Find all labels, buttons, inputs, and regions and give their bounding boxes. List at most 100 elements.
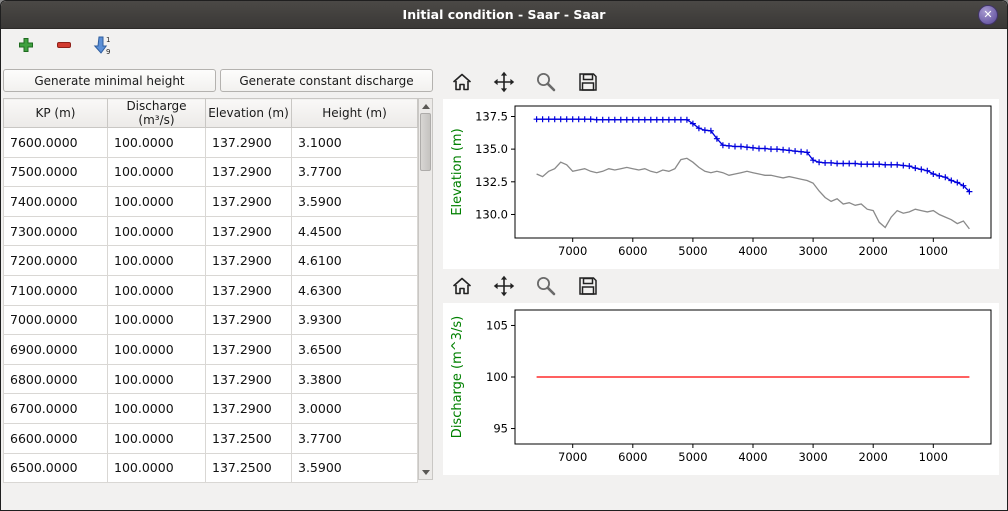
table-cell[interactable]: 100.0000 [108, 453, 206, 483]
svg-text:3000: 3000 [798, 450, 827, 464]
remove-row-button[interactable] [53, 34, 75, 56]
table-cell[interactable]: 6800.0000 [4, 364, 108, 394]
table-row[interactable]: 7500.0000100.0000137.29003.7700 [4, 157, 418, 187]
table-cell[interactable]: 3.6500 [292, 335, 418, 365]
svg-text:5000: 5000 [678, 244, 707, 258]
generate-minimal-height-button[interactable]: Generate minimal height [3, 69, 216, 92]
home-icon [451, 71, 473, 93]
table-cell[interactable]: 7500.0000 [4, 157, 108, 187]
svg-text:2000: 2000 [859, 244, 888, 258]
table-cell[interactable]: 100.0000 [108, 275, 206, 305]
table-cell[interactable]: 100.0000 [108, 157, 206, 187]
column-header[interactable]: KP (m) [4, 99, 108, 128]
table-cell[interactable]: 6500.0000 [4, 453, 108, 483]
table-cell[interactable]: 3.7700 [292, 157, 418, 187]
save-button[interactable] [575, 273, 601, 299]
discharge-chart[interactable]: 700060005000400030002000100095100105Disc… [443, 303, 999, 475]
zoom-button[interactable] [533, 273, 559, 299]
svg-text:4000: 4000 [738, 450, 767, 464]
table-cell[interactable]: 3.7700 [292, 423, 418, 453]
table-cell[interactable]: 3.5900 [292, 187, 418, 217]
table-cell[interactable]: 137.2900 [206, 128, 292, 158]
table-cell[interactable]: 7000.0000 [4, 305, 108, 335]
table-cell[interactable]: 6700.0000 [4, 394, 108, 424]
table-cell[interactable]: 7200.0000 [4, 246, 108, 276]
table-cell[interactable]: 137.2900 [206, 305, 292, 335]
table-zone: KP (m)Discharge (m³/s)Elevation (m)Heigh… [3, 98, 433, 480]
svg-text:3000: 3000 [798, 244, 827, 258]
table-cell[interactable]: 100.0000 [108, 128, 206, 158]
table-cell[interactable]: 100.0000 [108, 364, 206, 394]
table-cell[interactable]: 137.2900 [206, 157, 292, 187]
table-cell[interactable]: 3.9300 [292, 305, 418, 335]
table-cell[interactable]: 100.0000 [108, 187, 206, 217]
elevation-plot-toolbar [443, 65, 999, 99]
table-cell[interactable]: 100.0000 [108, 305, 206, 335]
table-cell[interactable]: 4.6100 [292, 246, 418, 276]
table-cell[interactable]: 137.2900 [206, 394, 292, 424]
add-row-button[interactable] [15, 34, 37, 56]
scrollbar-thumb[interactable] [420, 113, 431, 171]
table-cell[interactable]: 137.2900 [206, 216, 292, 246]
table-row[interactable]: 7000.0000100.0000137.29003.9300 [4, 305, 418, 335]
table-row[interactable]: 6700.0000100.0000137.29003.0000 [4, 394, 418, 424]
table-cell[interactable]: 100.0000 [108, 335, 206, 365]
scroll-up-arrow-icon[interactable] [419, 99, 432, 113]
table-cell[interactable]: 3.5900 [292, 453, 418, 483]
svg-text:2000: 2000 [859, 450, 888, 464]
table-cell[interactable]: 100.0000 [108, 216, 206, 246]
table-cell[interactable]: 6900.0000 [4, 335, 108, 365]
home-button[interactable] [449, 69, 475, 95]
table-cell[interactable]: 137.2500 [206, 423, 292, 453]
titlebar: Initial condition - Saar - Saar ✕ [1, 1, 1007, 29]
table-cell[interactable]: 3.3800 [292, 364, 418, 394]
table-cell[interactable]: 137.2900 [206, 275, 292, 305]
table-row[interactable]: 6500.0000100.0000137.25003.5900 [4, 453, 418, 483]
table-row[interactable]: 7300.0000100.0000137.29004.4500 [4, 216, 418, 246]
table-row[interactable]: 7400.0000100.0000137.29003.5900 [4, 187, 418, 217]
zoom-button[interactable] [533, 69, 559, 95]
table-cell[interactable]: 137.2900 [206, 364, 292, 394]
column-header[interactable]: Elevation (m) [206, 99, 292, 128]
table-cell[interactable]: 4.4500 [292, 216, 418, 246]
scrollbar-track[interactable] [419, 113, 432, 465]
table-cell[interactable]: 7300.0000 [4, 216, 108, 246]
generate-constant-discharge-button[interactable]: Generate constant discharge [220, 69, 433, 92]
content-area: Generate minimal height Generate constan… [1, 61, 1007, 510]
table-cell[interactable]: 4.6300 [292, 275, 418, 305]
svg-text:135.0: 135.0 [475, 142, 508, 156]
table-row[interactable]: 6800.0000100.0000137.29003.3800 [4, 364, 418, 394]
elevation-chart[interactable]: 7000600050004000300020001000130.0132.513… [443, 99, 999, 269]
sort-ascending-icon: 1 9 [92, 35, 112, 55]
sort-rows-button[interactable]: 1 9 [91, 34, 113, 56]
table-vertical-scrollbar[interactable] [418, 98, 433, 480]
magnifier-icon [535, 275, 557, 297]
table-row[interactable]: 7600.0000100.0000137.29003.1000 [4, 128, 418, 158]
table-cell[interactable]: 137.2500 [206, 453, 292, 483]
table-cell[interactable]: 3.1000 [292, 128, 418, 158]
svg-text:6000: 6000 [618, 450, 647, 464]
close-button[interactable]: ✕ [978, 5, 998, 25]
table-row[interactable]: 7100.0000100.0000137.29004.6300 [4, 275, 418, 305]
table-cell[interactable]: 137.2900 [206, 335, 292, 365]
table-cell[interactable]: 100.0000 [108, 394, 206, 424]
table-cell[interactable]: 100.0000 [108, 246, 206, 276]
table-cell[interactable]: 7400.0000 [4, 187, 108, 217]
table-row[interactable]: 6900.0000100.0000137.29003.6500 [4, 335, 418, 365]
table-cell[interactable]: 137.2900 [206, 187, 292, 217]
table-row[interactable]: 6600.0000100.0000137.25003.7700 [4, 423, 418, 453]
save-button[interactable] [575, 69, 601, 95]
column-header[interactable]: Height (m) [292, 99, 418, 128]
pan-button[interactable] [491, 69, 517, 95]
table-cell[interactable]: 6600.0000 [4, 423, 108, 453]
table-row[interactable]: 7200.0000100.0000137.29004.6100 [4, 246, 418, 276]
table-cell[interactable]: 100.0000 [108, 423, 206, 453]
table-cell[interactable]: 7600.0000 [4, 128, 108, 158]
scroll-down-arrow-icon[interactable] [419, 465, 432, 479]
table-cell[interactable]: 3.0000 [292, 394, 418, 424]
pan-button[interactable] [491, 273, 517, 299]
column-header[interactable]: Discharge (m³/s) [108, 99, 206, 128]
table-cell[interactable]: 7100.0000 [4, 275, 108, 305]
table-cell[interactable]: 137.2900 [206, 246, 292, 276]
home-button[interactable] [449, 273, 475, 299]
